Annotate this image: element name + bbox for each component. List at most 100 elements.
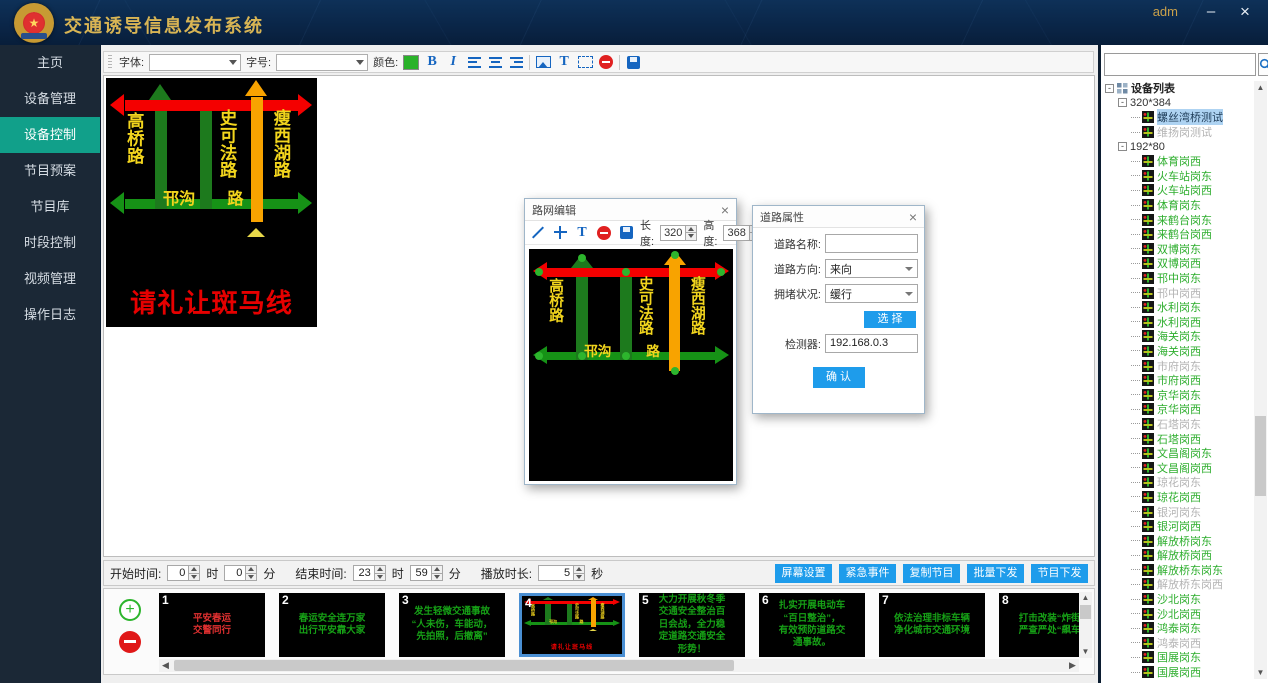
device-label[interactable]: 来鹤台岗西 <box>1157 226 1212 242</box>
device-label[interactable]: 双博岗东 <box>1157 241 1201 257</box>
device-label[interactable]: 文昌阁岗西 <box>1157 460 1212 476</box>
device-label[interactable]: 石塔岗东 <box>1157 416 1201 432</box>
device-label[interactable]: 京华岗东 <box>1157 387 1201 403</box>
device-label[interactable]: 沙北岗东 <box>1157 591 1201 607</box>
device-label[interactable]: 维扬岗测试 <box>1157 124 1212 140</box>
delete-button[interactable] <box>598 54 614 71</box>
road-name-input[interactable] <box>825 234 918 253</box>
device-label[interactable]: 琼花岗西 <box>1157 489 1201 505</box>
sidebar-item-7[interactable]: 操作日志 <box>0 297 100 333</box>
scroll-up-icon[interactable]: ▲ <box>1254 81 1267 94</box>
size-select[interactable] <box>276 54 368 71</box>
device-label[interactable]: 邗中岗东 <box>1157 270 1201 286</box>
scroll-left-icon[interactable]: ◀ <box>159 659 172 672</box>
strip-horizontal-scrollbar[interactable]: ◀ ▶ <box>159 659 1079 672</box>
device-label[interactable]: 石塔岗西 <box>1157 431 1201 447</box>
program-thumbnail-5[interactable]: 5大力开展秋冬季交通安全整治百日会战，全力稳定道路交通安全形势！ <box>639 593 745 657</box>
device-label[interactable]: 螺丝湾桥测试 <box>1157 109 1223 125</box>
device-label[interactable]: 国展岗东 <box>1157 649 1201 665</box>
remove-program-button[interactable] <box>119 631 141 653</box>
expander-icon[interactable]: - <box>1118 98 1127 107</box>
schedule-action-button-2[interactable]: 复制节目 <box>903 564 960 583</box>
scroll-right-icon[interactable]: ▶ <box>1066 659 1079 672</box>
select-button[interactable]: 选 择 <box>864 311 916 328</box>
led-sign-preview[interactable]: 高桥路史可法路瘦西湖路邗沟路请礼让斑马线 <box>106 78 317 327</box>
scrollbar-thumb[interactable] <box>174 660 734 671</box>
duration-spinner[interactable]: 5 <box>538 565 585 581</box>
align-left-button[interactable] <box>466 54 482 71</box>
schedule-action-button-0[interactable]: 屏幕设置 <box>775 564 832 583</box>
device-label[interactable]: 市府岗西 <box>1157 372 1201 388</box>
device-label[interactable]: 解放桥东岗东 <box>1157 562 1223 578</box>
save-button[interactable] <box>618 224 634 241</box>
text-tool-button[interactable]: T <box>556 54 572 71</box>
logged-in-user[interactable]: adm <box>1153 4 1178 19</box>
device-label[interactable]: 解放桥东岗西 <box>1157 576 1223 592</box>
device-label[interactable]: 双博岗西 <box>1157 255 1201 271</box>
expander-icon[interactable]: - <box>1105 84 1114 93</box>
device-label[interactable]: 沙北岗西 <box>1157 606 1201 622</box>
tree-root-label[interactable]: 设备列表 <box>1131 81 1175 96</box>
sidebar-item-4[interactable]: 节目库 <box>0 189 100 225</box>
end-minute-spinner[interactable]: 59 <box>410 565 443 581</box>
device-label[interactable]: 体育岗东 <box>1157 197 1201 213</box>
program-thumbnail-6[interactable]: 6扎实开展电动车“百日整治”，有效预防道路交通事故。 <box>759 593 865 657</box>
font-select[interactable] <box>149 54 241 71</box>
detector-input[interactable]: 192.168.0.3 <box>825 334 918 353</box>
confirm-button[interactable]: 确 认 <box>813 367 865 388</box>
device-label[interactable]: 海关岗东 <box>1157 328 1201 344</box>
sidebar-item-2[interactable]: 设备控制 <box>0 117 100 153</box>
control-point-dot[interactable] <box>622 352 630 360</box>
start-minute-spinner[interactable]: 0 <box>224 565 257 581</box>
device-label[interactable]: 鸿泰岗东 <box>1157 620 1201 636</box>
device-label[interactable]: 国展岗西 <box>1157 664 1201 679</box>
bold-button[interactable]: B <box>424 54 440 71</box>
length-spinner[interactable]: 320 <box>660 225 697 241</box>
device-label[interactable]: 文昌阁岗东 <box>1157 445 1212 461</box>
control-point-dot[interactable] <box>578 352 586 360</box>
program-thumbnail-1[interactable]: 1平安春运交警同行 <box>159 593 265 657</box>
italic-button[interactable]: I <box>445 54 461 71</box>
scrollbar-thumb[interactable] <box>1255 416 1266 496</box>
sidebar-item-3[interactable]: 节目预案 <box>0 153 100 189</box>
sidebar-item-1[interactable]: 设备管理 <box>0 81 100 117</box>
save-button[interactable] <box>625 54 641 71</box>
device-label[interactable]: 火车站岗东 <box>1157 168 1212 184</box>
program-thumbnail-7[interactable]: 7依法治理非标车辆净化城市交通环境 <box>879 593 985 657</box>
device-label[interactable]: 解放桥岗东 <box>1157 533 1212 549</box>
device-label[interactable]: 琼花岗东 <box>1157 474 1201 490</box>
tree-scrollbar[interactable]: ▲ ▼ <box>1254 81 1267 679</box>
control-point-dot[interactable] <box>671 251 679 259</box>
road-direction-select[interactable]: 来向 <box>825 259 918 278</box>
program-thumbnail-3[interactable]: 3发生轻微交通事故“人未伤，车能动，先拍照，后撤离” <box>399 593 505 657</box>
sidebar-item-0[interactable]: 主页 <box>0 45 100 81</box>
search-button[interactable] <box>1258 53 1268 76</box>
add-program-button[interactable]: + <box>119 599 141 621</box>
align-center-button[interactable] <box>487 54 503 71</box>
device-label[interactable]: 京华岗西 <box>1157 401 1201 417</box>
draw-cross-button[interactable] <box>552 224 568 241</box>
color-swatch[interactable] <box>403 55 419 70</box>
device-label[interactable]: 市府岗东 <box>1157 358 1201 374</box>
draw-line-button[interactable] <box>530 224 546 241</box>
end-hour-spinner[interactable]: 23 <box>353 565 386 581</box>
program-thumbnail-4[interactable]: 4高桥路史可法路瘦西湖路邗沟路请礼让斑马线 <box>519 593 625 657</box>
device-label[interactable]: 来鹤台岗东 <box>1157 212 1212 228</box>
control-point-dot[interactable] <box>671 367 679 375</box>
expander-icon[interactable]: - <box>1118 142 1127 151</box>
device-label[interactable]: 水利岗西 <box>1157 314 1201 330</box>
device-label[interactable]: 鸿泰岗西 <box>1157 635 1201 651</box>
device-label[interactable]: 银河岗东 <box>1157 504 1201 520</box>
scroll-up-icon[interactable]: ▲ <box>1079 592 1092 604</box>
scroll-down-icon[interactable]: ▼ <box>1254 666 1267 679</box>
device-label[interactable]: 邗中岗西 <box>1157 285 1201 301</box>
search-input[interactable] <box>1104 53 1256 76</box>
insert-image-button[interactable] <box>535 54 551 71</box>
strip-vertical-scrollbar[interactable]: ▲ ▼ <box>1079 592 1092 658</box>
align-right-button[interactable] <box>508 54 524 71</box>
text-tool-button[interactable]: T <box>574 224 590 241</box>
delete-button[interactable] <box>596 224 612 241</box>
device-label[interactable]: 火车站岗西 <box>1157 182 1212 198</box>
scrollbar-thumb[interactable] <box>1080 605 1091 619</box>
schedule-action-button-1[interactable]: 紧急事件 <box>839 564 896 583</box>
